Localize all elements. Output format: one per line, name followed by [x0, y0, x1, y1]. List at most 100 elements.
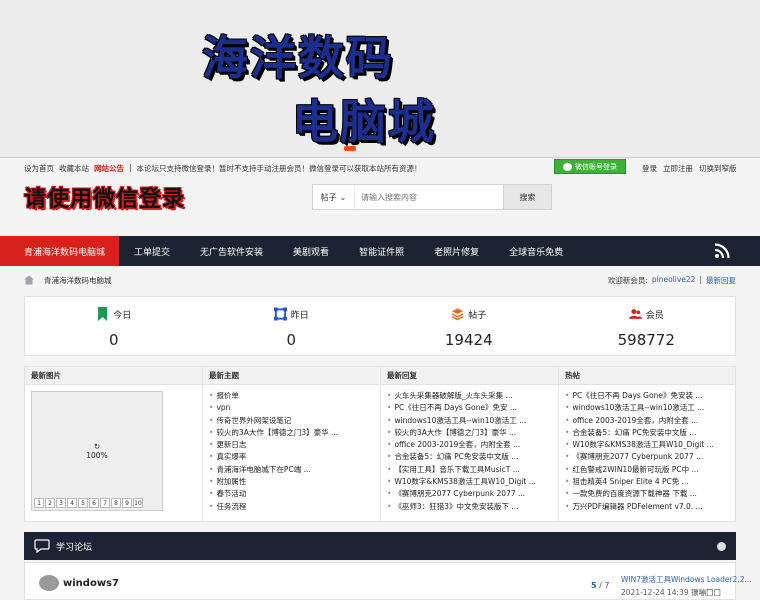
- chevron-down-icon: ⌄: [339, 192, 347, 202]
- page-button[interactable]: 8: [111, 498, 121, 508]
- forum-section-title[interactable]: 学习论坛: [56, 540, 92, 553]
- list-item[interactable]: PC《往日不再 Days Gone》免安 ...: [387, 402, 555, 414]
- list-item[interactable]: windows10激活工具--win10激活工 ...: [565, 402, 733, 414]
- latest-images-column: 最新图片 ↻ 100% 1 2 3 4 5 6 7 8 9 10: [25, 367, 203, 521]
- bookmark-icon: [98, 307, 108, 321]
- collapse-icon[interactable]: [717, 541, 726, 551]
- list-item[interactable]: windows10激活工具--win10激活工 ...: [387, 415, 555, 427]
- rss-icon[interactable]: [714, 243, 730, 259]
- list-item[interactable]: 较火的3A大作【博德之门3】豪华 ...: [209, 427, 377, 439]
- nav-item-music[interactable]: 全球音乐免费: [494, 236, 578, 266]
- list-item[interactable]: W10数字&KMS38激活工具W10_Digit ...: [387, 476, 555, 488]
- set-home-link[interactable]: 设为首页: [24, 163, 54, 174]
- top-banner: 海洋数码 电脑城: [0, 0, 760, 158]
- list-item[interactable]: 合金装备5：幻痛 PC免安装中文版 ...: [387, 451, 555, 463]
- latest-reply-link[interactable]: 最新回复: [706, 275, 736, 286]
- banner-title-line2: 电脑城: [292, 95, 436, 149]
- page-button[interactable]: 1: [34, 498, 44, 508]
- frame-icon: [273, 307, 287, 321]
- image-slideshow[interactable]: ↻ 100% 1 2 3 4 5 6 7 8 9 10: [31, 391, 163, 511]
- nav-item-ticket[interactable]: 工单提交: [119, 236, 185, 266]
- list-item[interactable]: 更新日志: [209, 439, 377, 451]
- list-item[interactable]: 《赛博朋克2077 Cyberpunk 2077 ...: [387, 488, 555, 500]
- banner-title-line1: 海洋数码: [202, 31, 394, 85]
- list-item[interactable]: office 2003-2019全套，内附全套 ...: [387, 439, 555, 451]
- register-link[interactable]: 立即注册: [663, 163, 693, 174]
- stat-yesterday: 昨日 0: [203, 297, 381, 355]
- list-item[interactable]: 一款免费的百度资源下载神器 下载 ...: [565, 488, 733, 500]
- page-button[interactable]: 4: [67, 498, 77, 508]
- list-item[interactable]: 青浦海洋电脑城下在PC端 ...: [209, 464, 377, 476]
- wechat-login-label: 微信账号登录: [575, 162, 617, 171]
- new-user-link[interactable]: pineolive22: [652, 275, 696, 286]
- list-item[interactable]: PC《往日不再 Days Gone》免安装 ...: [565, 390, 733, 402]
- nav-item-tv[interactable]: 美剧观看: [278, 236, 344, 266]
- loading-spinner-icon: ↻: [93, 442, 101, 451]
- nav-item-home[interactable]: 青浦海洋数码电脑城: [0, 236, 120, 266]
- list-item[interactable]: 红色警戒2WIN10最新可玩版 PC中 ...: [565, 464, 733, 476]
- search-input[interactable]: [355, 185, 503, 209]
- list-item[interactable]: vpn: [209, 402, 377, 414]
- slideshow-pages: 1 2 3 4 5 6 7 8 9 10: [34, 498, 143, 508]
- breadcrumb-current[interactable]: 青浦海洋数码电脑城: [44, 275, 112, 286]
- page-button[interactable]: 2: [45, 498, 55, 508]
- column-header: 最新主题: [203, 367, 380, 385]
- nav-item-idphoto[interactable]: 智能证件照: [344, 236, 419, 266]
- wechat-notice-logo: 请使用微信登录: [24, 187, 186, 212]
- hot-posts-column: 热帖 PC《往日不再 Days Gone》免安装 ... windows10激活…: [559, 367, 735, 521]
- notice-title[interactable]: 网站公告: [94, 163, 124, 174]
- chat-bubble-icon: [34, 539, 50, 553]
- wechat-login-button[interactable]: 微信账号登录: [554, 159, 626, 174]
- column-header: 最新回复: [381, 367, 558, 385]
- latest-replies-column: 最新回复 火车头采集器破解版_火车头采集 ... PC《往日不再 Days Go…: [381, 367, 559, 521]
- list-item[interactable]: 任务流程: [209, 501, 377, 513]
- list-item[interactable]: 合金装备5：幻痛 PC免安装中文版 ...: [565, 427, 733, 439]
- search-bar: 帖子 ⌄ 搜索: [312, 184, 552, 210]
- page-button[interactable]: 6: [89, 498, 99, 508]
- list-item[interactable]: 【实用工具】音乐下载工具MusicT ...: [387, 464, 555, 476]
- list-item[interactable]: 春节活动: [209, 488, 377, 500]
- list-item[interactable]: 附加属性: [209, 476, 377, 488]
- banner-indicator[interactable]: [344, 146, 356, 151]
- forum-counts: 5 / 7: [591, 581, 610, 590]
- list-item[interactable]: 火车头采集器破解版_火车头采集 ...: [387, 390, 555, 402]
- top-links: 设为首页 收藏本站 网站公告 | 本论坛只支持微信登录！暂时不支持手动注册会员！…: [24, 163, 422, 174]
- breadcrumb: 青浦海洋数码电脑城 欢迎新会员: pineolive22 | 最新回复: [24, 272, 736, 288]
- list-item[interactable]: 真实爆率: [209, 451, 377, 463]
- nav-item-photo-repair[interactable]: 老照片修复: [419, 236, 494, 266]
- latest-topics-column: 最新主题 报价单 vpn 传奇世界外网架设笔记 较火的3A大作【博德之门3】豪华…: [203, 367, 381, 521]
- stat-posts: 帖子 19424: [380, 297, 558, 355]
- list-item[interactable]: 较火的3A大作【博德之门3】豪华 ...: [387, 427, 555, 439]
- user-links: 登录 立即注册 切换到窄版: [642, 163, 737, 174]
- list-item[interactable]: 传奇世界外网架设笔记: [209, 415, 377, 427]
- forum-last-post[interactable]: WIN7激活工具Windows Loader2.2...: [621, 574, 752, 585]
- list-item[interactable]: office 2003-2019全套，内附全套 ...: [565, 415, 733, 427]
- page-button[interactable]: 3: [56, 498, 66, 508]
- favorite-link[interactable]: 收藏本站: [59, 163, 89, 174]
- list-item[interactable]: 万兴PDF编辑器 PDFelement v7.0. ...: [565, 501, 733, 513]
- forum-name[interactable]: windows7: [63, 578, 119, 589]
- page-button[interactable]: 10: [133, 498, 143, 508]
- home-icon[interactable]: [24, 275, 34, 285]
- switch-width-link[interactable]: 切换到窄版: [699, 163, 737, 174]
- page-button[interactable]: 7: [100, 498, 110, 508]
- page-button[interactable]: 5: [78, 498, 88, 508]
- search-button[interactable]: 搜索: [503, 185, 551, 209]
- nav-item-software[interactable]: 无广告软件安装: [185, 236, 278, 266]
- portal-panel: 最新图片 ↻ 100% 1 2 3 4 5 6 7 8 9 10 最新主题 报价…: [24, 366, 736, 522]
- login-link[interactable]: 登录: [642, 163, 657, 174]
- list-item[interactable]: 狙击精英4 Sniper Elite 4 PC免 ...: [565, 476, 733, 488]
- list-item[interactable]: 报价单: [209, 390, 377, 402]
- column-header: 最新图片: [25, 367, 202, 385]
- users-icon: [628, 309, 642, 319]
- forum-section-header: 学习论坛: [24, 532, 736, 560]
- list-item[interactable]: W10数字&KMS38激活工具W10_Digit ...: [565, 439, 733, 451]
- forum-chat-icon: [39, 575, 59, 591]
- list-item[interactable]: 《巫师3：狂猎3》中文免安装版下 ...: [387, 501, 555, 513]
- loading-progress: 100%: [86, 451, 108, 460]
- list-item[interactable]: 《赛博朋克2077 Cyberpunk 2077 ...: [565, 451, 733, 463]
- search-scope-select[interactable]: 帖子 ⌄: [313, 185, 355, 209]
- layers-icon: [451, 308, 464, 321]
- page-button[interactable]: 9: [122, 498, 132, 508]
- forum-last-time: 2021-12-24 14:39 镶嘣囗囗: [621, 588, 721, 597]
